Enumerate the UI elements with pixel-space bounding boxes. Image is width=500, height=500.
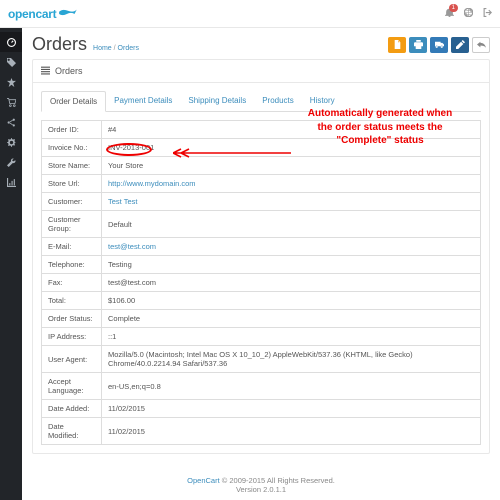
table-row: Date Added:11/02/2015 — [42, 400, 481, 418]
footer: OpenCart © 2009-2015 All Rights Reserved… — [22, 476, 500, 494]
table-row: Order ID:#4 — [42, 121, 481, 139]
table-row: E-Mail:test@test.com — [42, 238, 481, 256]
sidebar-item-chart[interactable] — [0, 172, 22, 192]
table-row: Invoice No.:INV-2013-001 — [42, 139, 481, 157]
tab-products[interactable]: Products — [254, 91, 302, 111]
sidebar-item-cog[interactable] — [0, 132, 22, 152]
globe-icon[interactable] — [464, 8, 473, 19]
table-row: Fax:test@test.com — [42, 274, 481, 292]
tab-order-details[interactable]: Order Details — [41, 91, 106, 112]
tab-shipping-details[interactable]: Shipping Details — [180, 91, 254, 111]
back-button[interactable] — [472, 37, 490, 53]
edit-button[interactable] — [451, 37, 469, 53]
orders-panel: Orders Order DetailsPayment DetailsShipp… — [32, 59, 490, 454]
table-row: Accept Language:en-US,en;q=0.8 — [42, 373, 481, 400]
sidebar-item-dash[interactable] — [0, 32, 22, 52]
sidebar-item-wrench[interactable] — [0, 152, 22, 172]
table-row: Total:$106.00 — [42, 292, 481, 310]
ship-button[interactable] — [430, 37, 448, 53]
logo[interactable]: opencart — [8, 7, 80, 21]
topbar: opencart 1 — [0, 0, 500, 28]
notif-badge: 1 — [449, 4, 458, 12]
table-row: IP Address:::1 — [42, 328, 481, 346]
footer-brand-link[interactable]: OpenCart — [187, 476, 220, 485]
table-row: User Agent:Mozilla/5.0 (Macintosh; Intel… — [42, 346, 481, 373]
invoice-button[interactable] — [388, 37, 406, 53]
table-row: Order Status:Complete — [42, 310, 481, 328]
tabs: Order DetailsPayment DetailsShipping Det… — [41, 91, 481, 112]
table-row: Customer Group:Default — [42, 211, 481, 238]
sidebar — [0, 28, 22, 500]
breadcrumb: Home / Orders — [93, 45, 139, 52]
panel-header: Orders — [33, 60, 489, 83]
sidebar-item-share[interactable] — [0, 112, 22, 132]
print-button[interactable] — [409, 37, 427, 53]
table-row: Telephone:Testing — [42, 256, 481, 274]
sidebar-item-sale[interactable] — [0, 72, 22, 92]
notifications-button[interactable]: 1 — [445, 8, 454, 19]
table-row: Store Name:Your Store — [42, 157, 481, 175]
table-row: Store Url:http://www.mydomain.com — [42, 175, 481, 193]
table-row: Date Modified:11/02/2015 — [42, 418, 481, 445]
sidebar-item-cart[interactable] — [0, 92, 22, 112]
page-title: Orders — [32, 34, 87, 55]
sidebar-item-tags[interactable] — [0, 52, 22, 72]
tab-history[interactable]: History — [302, 91, 343, 111]
order-details-table: Order ID:#4Invoice No.:INV-2013-001Store… — [41, 120, 481, 445]
table-row: Customer:Test Test — [42, 193, 481, 211]
logout-button[interactable] — [483, 8, 492, 19]
tab-payment-details[interactable]: Payment Details — [106, 91, 180, 111]
